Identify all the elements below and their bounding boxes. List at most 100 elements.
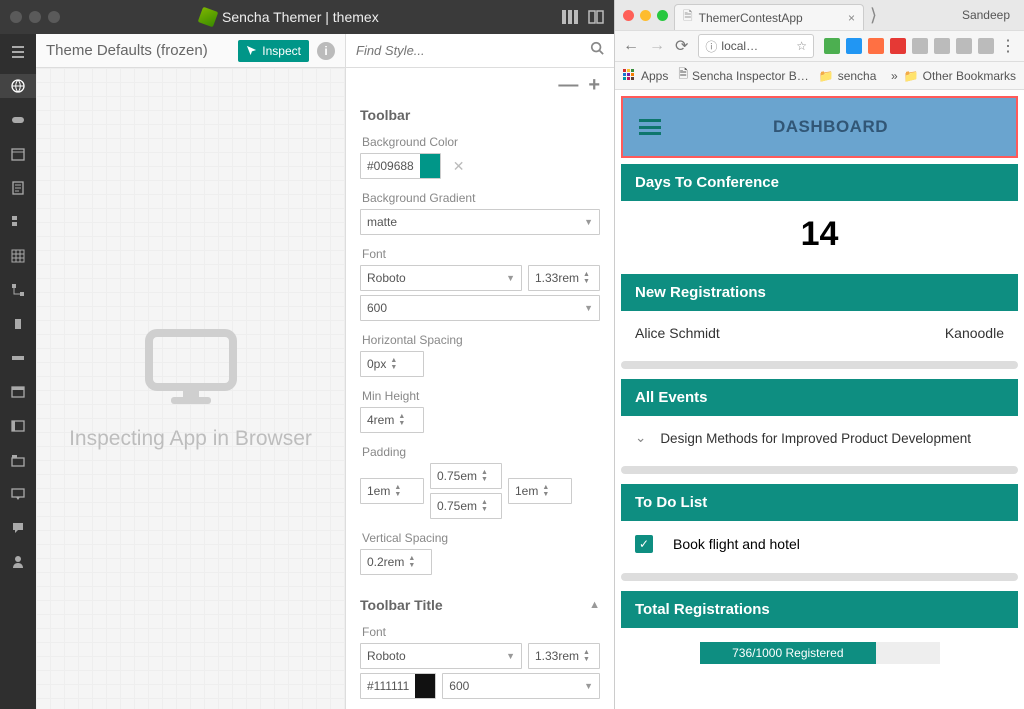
rail-user-icon[interactable]: [0, 550, 36, 574]
card-head-newreg: New Registrations: [621, 274, 1018, 311]
event-row[interactable]: ⌄ Design Methods for Improved Product De…: [635, 430, 1004, 446]
rail-document-icon[interactable]: [0, 176, 36, 200]
title-font-color-input[interactable]: #111111: [360, 673, 436, 699]
bookmark-item[interactable]: 🗎Sencha Inspector B…: [678, 65, 808, 86]
mac-titlebar: Sencha Themer | themex: [0, 0, 614, 34]
monitor-icon: [141, 327, 241, 407]
sencha-logo-icon: [198, 7, 219, 28]
extension-icon[interactable]: [868, 38, 884, 54]
rail-tooltip-icon[interactable]: [0, 482, 36, 506]
bookmarks-bar: Apps 🗎Sencha Inspector B… 📁sencha » 📁Oth…: [615, 62, 1024, 90]
close-tab-icon[interactable]: ×: [848, 11, 855, 25]
checkbox-checked-icon[interactable]: ✓: [635, 535, 653, 553]
address-bar[interactable]: ⓘ local… ☆: [698, 34, 814, 58]
page-icon: 🗎: [683, 7, 693, 28]
layout-icon[interactable]: [562, 10, 578, 24]
apps-button[interactable]: Apps: [623, 69, 668, 83]
rail-chat-icon[interactable]: [0, 516, 36, 540]
bg-gradient-select[interactable]: matte▼: [360, 209, 600, 235]
font-family-select[interactable]: Roboto▼: [360, 265, 522, 291]
scrollbar[interactable]: [621, 466, 1018, 474]
chrome-user[interactable]: Sandeep: [956, 6, 1016, 24]
browser-tab[interactable]: 🗎 ThemerContestApp ×: [674, 4, 864, 30]
rail-form-icon[interactable]: [0, 210, 36, 234]
rail-grid-icon[interactable]: [0, 244, 36, 268]
chevron-up-icon: ▲: [589, 599, 600, 611]
reload-button[interactable]: ⟳: [675, 36, 688, 56]
rail-toggle-icon[interactable]: [0, 108, 36, 132]
search-icon[interactable]: [590, 41, 604, 60]
search-input[interactable]: [356, 43, 590, 58]
page-content[interactable]: DASHBOARD Days To Conference 14 New Regi…: [615, 90, 1024, 709]
dashboard-toolbar: DASHBOARD: [621, 96, 1018, 158]
scrollbar[interactable]: [621, 573, 1018, 581]
label-bg-gradient: Background Gradient: [362, 191, 600, 205]
chrome-menu-icon[interactable]: ⋮: [1000, 36, 1016, 56]
title-font-family-select[interactable]: Roboto▼: [360, 643, 522, 669]
hspacing-input[interactable]: 0px▲▼: [360, 351, 424, 377]
section-toolbar-title[interactable]: Toolbar Title▲: [360, 597, 600, 613]
dashboard-title: DASHBOARD: [661, 117, 1000, 137]
rail-progress-icon[interactable]: [0, 346, 36, 370]
site-info-icon[interactable]: ⓘ: [705, 38, 717, 55]
rail-globe-icon[interactable]: [0, 74, 36, 98]
title-font-size-input[interactable]: 1.33rem▲▼: [528, 643, 600, 669]
traffic-lights[interactable]: [10, 11, 60, 23]
traffic-lights[interactable]: [623, 10, 668, 21]
canvas-area: Inspecting App in Browser: [36, 68, 345, 709]
padding-top-input[interactable]: 0.75em▲▼: [430, 463, 502, 489]
color-swatch[interactable]: [420, 154, 440, 178]
font-size-input[interactable]: 1.33rem▲▼: [528, 265, 600, 291]
clear-icon[interactable]: ✕: [453, 158, 465, 175]
new-tab-button[interactable]: ⟩: [870, 5, 877, 26]
info-icon[interactable]: i: [317, 42, 335, 60]
tab-title: ThemerContestApp: [699, 11, 803, 25]
padding-left-input[interactable]: 1em▲▼: [360, 478, 424, 504]
extension-icon[interactable]: [890, 38, 906, 54]
book-icon[interactable]: [588, 10, 604, 24]
overflow-icon[interactable]: »: [891, 69, 898, 83]
font-weight-select[interactable]: 600▼: [360, 295, 600, 321]
extension-icon[interactable]: [824, 38, 840, 54]
section-toolbar[interactable]: Toolbar: [360, 107, 600, 123]
todo-row[interactable]: ✓ Book flight and hotel: [635, 535, 1004, 553]
inspect-button[interactable]: Inspect: [238, 40, 309, 62]
title-font-weight-select[interactable]: 600▼: [442, 673, 600, 699]
card-head-total: Total Registrations: [621, 591, 1018, 628]
rail-tabs-icon[interactable]: [0, 448, 36, 472]
extension-icon[interactable]: [912, 38, 928, 54]
rail-calendar-icon[interactable]: [0, 142, 36, 166]
hamburger-icon[interactable]: [639, 119, 661, 135]
extension-icon[interactable]: [978, 38, 994, 54]
padding-right-input[interactable]: 1em▲▼: [508, 478, 572, 504]
bg-color-input[interactable]: #009688: [360, 153, 441, 179]
rail-container-icon[interactable]: [0, 312, 36, 336]
vspacing-input[interactable]: 0.2rem▲▼: [360, 549, 432, 575]
spinner-icon[interactable]: ▲▼: [583, 271, 590, 285]
back-button[interactable]: ←: [623, 37, 639, 55]
rail-window-icon[interactable]: [0, 380, 36, 404]
color-swatch[interactable]: [415, 674, 435, 698]
bookmark-folder[interactable]: 📁sencha: [819, 69, 877, 83]
rail-menu-icon[interactable]: [0, 40, 36, 64]
rail-tree-icon[interactable]: [0, 278, 36, 302]
rail-panel-icon[interactable]: [0, 414, 36, 438]
canvas-header: Theme Defaults (frozen) Inspect i: [36, 34, 345, 68]
expand-all-button[interactable]: +: [588, 74, 600, 97]
event-title: Design Methods for Improved Product Deve…: [660, 431, 971, 446]
registration-row[interactable]: Alice Schmidt Kanoodle: [635, 325, 1004, 341]
minheight-input[interactable]: 4rem▲▼: [360, 407, 424, 433]
extension-icon[interactable]: [934, 38, 950, 54]
chevron-down-icon[interactable]: ⌄: [635, 430, 646, 446]
label-padding: Padding: [362, 445, 600, 459]
forward-button[interactable]: →: [649, 37, 665, 55]
extension-icon[interactable]: [956, 38, 972, 54]
label-title-font: Font: [362, 625, 600, 639]
properties-panel[interactable]: — + Toolbar Background Color #009688 ✕ B…: [346, 68, 614, 709]
scrollbar[interactable]: [621, 361, 1018, 369]
collapse-all-button[interactable]: —: [558, 74, 578, 97]
extension-icon[interactable]: [846, 38, 862, 54]
star-icon[interactable]: ☆: [796, 39, 807, 53]
other-bookmarks[interactable]: 📁Other Bookmarks: [904, 69, 1016, 83]
padding-bottom-input[interactable]: 0.75em▲▼: [430, 493, 502, 519]
